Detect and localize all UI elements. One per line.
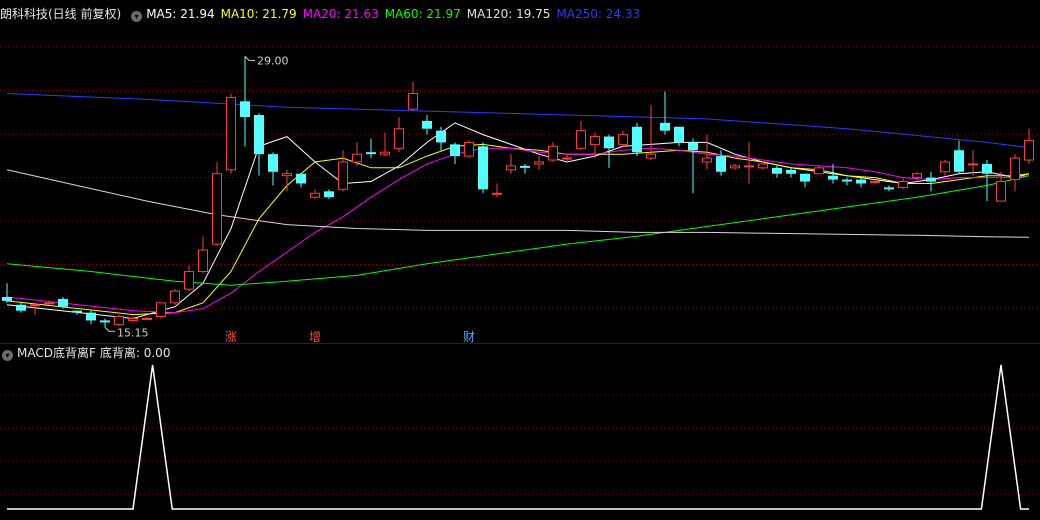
candle-body-down [366,152,376,155]
candle-body-up [898,181,908,188]
candle-body-down [884,187,894,190]
candle-body-up [758,163,768,169]
candle-body-up [492,192,502,195]
candle-body-up [968,163,978,166]
candle-body-up [590,136,600,145]
candle-body-up [814,167,824,175]
low-pointer [104,326,115,332]
candle-body-up [282,173,292,177]
candle-body-up [30,304,40,307]
candle-body-down [254,115,264,155]
candle-body-down [828,175,838,180]
candle-body-down [926,177,936,182]
event-marker: 增 [309,330,321,343]
candle-body-down [72,310,82,313]
candle-body-up [702,157,712,163]
candle-body-up [114,316,124,325]
macd-divergence-chart [0,364,1040,510]
high-pointer [244,55,255,61]
candle-body-down [982,163,992,174]
candle-body-down [268,154,278,172]
low-price-label: 15.15 [117,326,149,339]
candle-body-up [142,317,152,320]
candle-body-down [786,169,796,174]
candle-body-up [464,141,474,157]
candle-body-down [478,146,488,190]
ma-line-ma250 [6,93,1030,149]
candle-body-down [2,296,12,301]
candle-body-down [772,167,782,174]
candle-body-down [954,150,964,172]
candle-body-up [996,181,1006,202]
candle-body-up [198,249,208,273]
price-chart: 29.00 15.15 涨 增 财 [0,46,1040,343]
candle-body-up [744,165,754,168]
candle-body-up [1010,157,1020,181]
candle-body-up [912,173,922,179]
candle-body-down [800,173,810,182]
candle-body-down [240,101,250,117]
candle-body-down [324,191,334,198]
candle-body-down [660,122,670,131]
candle-body-up [44,302,54,305]
candle-body-down [842,179,852,182]
candle-body-down [716,156,726,172]
candle-body-down [422,120,432,129]
candle-body-up [128,317,138,321]
candle-body-down [674,126,684,143]
candle-body-down [632,126,642,153]
candle-body-down [688,142,698,151]
candle-body-down [604,136,614,149]
divergence-line [7,364,1029,510]
candle-body-up [380,151,390,155]
candle-body-up [646,153,656,159]
candle-body-up [730,165,740,169]
candle-body-up [226,96,236,171]
candle-body-down [296,173,306,184]
candle-body-up [352,153,362,163]
candle-body-up [408,93,418,110]
candle-body-up [576,130,586,149]
candle-body-up [548,145,558,161]
candle-body-up [870,181,880,184]
candle-body-up [184,271,194,290]
event-marker: 财 [463,330,475,343]
ma-line-ma10 [6,143,1030,316]
candle-body-up [506,165,516,171]
high-price-label: 29.00 [257,54,289,67]
candle-body-up [562,157,572,160]
candle-body-up [212,173,222,245]
candle-body-down [100,320,110,323]
candle-body-up [534,161,544,165]
candle-body-up [310,192,320,198]
candle-body-up [618,134,628,145]
candle-body-down [16,304,26,311]
candle-body-down [450,144,460,157]
candle-body-down [86,312,96,321]
candle-body-up [170,290,180,304]
candle-body-up [156,302,166,318]
candle-body-down [520,165,530,168]
candle-body-up [1024,139,1034,161]
candle-body-up [338,161,348,190]
candle-body-down [436,130,446,143]
candle-body-down [58,298,68,307]
candle-body-down [856,179,866,184]
event-marker: 涨 [225,329,237,343]
candle-body-up [394,128,404,149]
candle-body-up [940,161,950,173]
